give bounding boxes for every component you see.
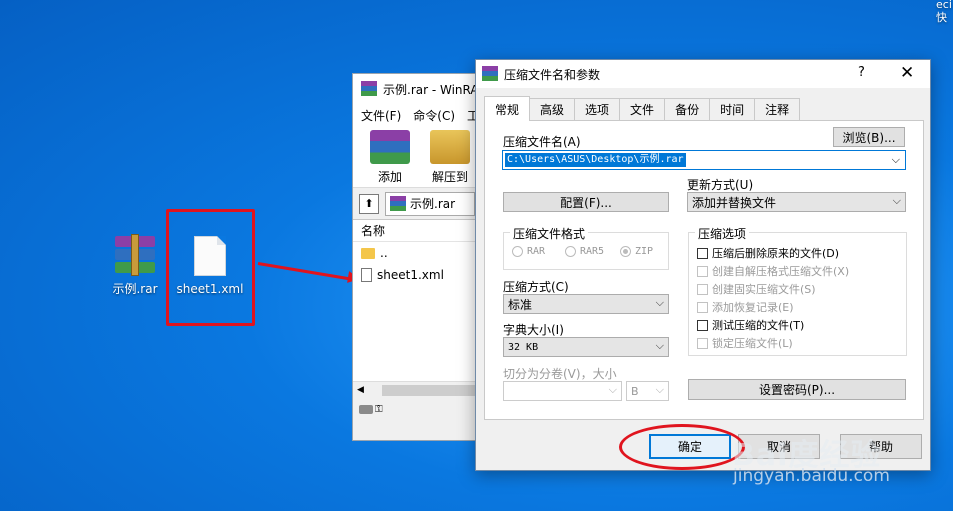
split-unit-select[interactable]: B ⌵: [626, 381, 669, 401]
tab-files[interactable]: 文件: [619, 98, 666, 120]
menu-commands[interactable]: 命令(C): [413, 107, 455, 124]
method-label: 压缩方式(C): [503, 280, 569, 294]
annotation-arrow: [257, 262, 357, 282]
checkbox-sfx[interactable]: 创建自解压格式压缩文件(X): [697, 263, 849, 279]
method-select[interactable]: 标准 ⌵: [503, 294, 669, 314]
dictionary-label: 字典大小(I): [503, 323, 564, 337]
dialog-tabs: 常规 高级 选项 文件 备份 时间 注释: [484, 96, 801, 121]
dialog-title: 压缩文件名和参数: [504, 67, 601, 82]
tab-backup[interactable]: 备份: [664, 98, 711, 120]
key-icon: ⚿: [375, 403, 383, 415]
archive-options-dialog: 压缩文件名和参数 ? ✕ 常规 高级 选项 文件 备份 时间 注释 压缩文件名(…: [475, 59, 931, 471]
split-volumes-label: 切分为分卷(V)，大小: [503, 367, 617, 381]
chevron-down-icon: ⌵: [655, 383, 664, 396]
browse-button[interactable]: 浏览(B)...: [833, 127, 905, 147]
dialog-titlebar: 压缩文件名和参数 ? ✕: [476, 60, 930, 88]
drive-icon: [359, 404, 373, 414]
winrar-menubar: 文件(F) 命令(C) 工: [353, 104, 481, 126]
winrar-titlebar: 示例.rar - WinRA: [353, 74, 481, 104]
archive-name-label: 压缩文件名(A): [503, 135, 581, 149]
extract-folder-icon: [430, 130, 470, 164]
chevron-down-icon: ⌵: [608, 383, 617, 396]
horizontal-scrollbar[interactable]: ◀: [353, 381, 481, 398]
checkbox-solid[interactable]: 创建固实压缩文件(S): [697, 281, 816, 297]
checkbox-test-files[interactable]: 测试压缩的文件(T): [697, 317, 804, 333]
add-archive-icon: [370, 130, 410, 164]
chevron-down-icon: ⌵: [892, 194, 901, 207]
profile-button[interactable]: 配置(F)...: [503, 192, 669, 212]
winrar-address-bar: ⬆ 示例.rar: [353, 188, 481, 220]
archive-format-title: 压缩文件格式: [510, 225, 589, 242]
add-button[interactable]: 添加: [365, 130, 415, 187]
winrar-icon: [361, 81, 377, 97]
update-mode-select[interactable]: 添加并替换文件 ⌵: [687, 192, 906, 212]
radio-rar[interactable]: RAR: [512, 246, 545, 257]
desktop-icon-rar[interactable]: 示例.rar: [100, 234, 170, 297]
annotation-red-box: [166, 209, 255, 326]
chevron-down-icon: ⌵: [655, 296, 664, 309]
annotation-red-ellipse: [619, 424, 745, 470]
archive-name-input[interactable]: C:\Users\ASUS\Desktop\示例.rar ⌵: [502, 150, 906, 170]
list-item[interactable]: ..: [353, 242, 481, 264]
dialog-winrar-icon: [482, 66, 498, 82]
address-field[interactable]: 示例.rar: [385, 191, 475, 216]
file-icon: [361, 268, 372, 282]
winrar-window: 示例.rar - WinRA 文件(F) 命令(C) 工 添加 解压到 ⬆ 示例…: [352, 73, 482, 441]
split-size-input[interactable]: ⌵: [503, 381, 622, 401]
chevron-down-icon: ⌵: [655, 339, 664, 352]
tab-time[interactable]: 时间: [709, 98, 756, 120]
radio-zip[interactable]: ZIP: [620, 246, 653, 257]
menu-file[interactable]: 文件(F): [361, 107, 401, 124]
winrar-toolbar: 添加 解压到: [353, 126, 481, 188]
checkbox-lock-archive[interactable]: 锁定压缩文件(L): [697, 335, 793, 351]
archive-options-title: 压缩选项: [695, 225, 750, 242]
desktop-icon-label: 示例.rar: [112, 282, 158, 296]
set-password-button[interactable]: 设置密码(P)...: [688, 379, 906, 400]
help-icon[interactable]: ?: [858, 65, 865, 80]
checkbox-delete-after[interactable]: 压缩后删除原来的文件(D): [697, 245, 839, 261]
status-bar: ⚿: [353, 398, 481, 420]
scroll-thumb[interactable]: [381, 384, 481, 396]
file-list: 名称 .. sheet1.xml ◀: [353, 220, 481, 398]
extract-to-button[interactable]: 解压到: [425, 130, 475, 187]
list-item[interactable]: sheet1.xml: [353, 264, 481, 286]
radio-rar5[interactable]: RAR5: [565, 246, 604, 257]
tab-advanced[interactable]: 高级: [529, 98, 576, 120]
up-folder-button[interactable]: ⬆: [359, 193, 379, 214]
close-icon[interactable]: ✕: [900, 63, 914, 83]
up-arrow-icon: ⬆: [364, 197, 374, 210]
winrar-title: 示例.rar - WinRA: [383, 82, 479, 97]
baidu-watermark-url: jingyan.baidu.com: [733, 466, 890, 486]
tab-options[interactable]: 选项: [574, 98, 621, 120]
scroll-left-icon[interactable]: ◀: [357, 385, 364, 395]
corner-text: eci 快: [936, 0, 952, 24]
archive-name-value: C:\Users\ASUS\Desktop\示例.rar: [505, 153, 686, 167]
chevron-down-icon[interactable]: ⌵: [892, 153, 900, 167]
column-header-name[interactable]: 名称: [353, 220, 481, 242]
checkbox-recovery-record[interactable]: 添加恢复记录(E): [697, 299, 794, 315]
update-mode-label: 更新方式(U): [687, 178, 754, 192]
archive-small-icon: [390, 195, 406, 212]
winrar-archive-icon: [115, 234, 155, 276]
tab-comment[interactable]: 注释: [754, 98, 801, 120]
dictionary-select[interactable]: 32 KB ⌵: [503, 337, 669, 357]
folder-icon: [361, 247, 375, 259]
tab-general[interactable]: 常规: [484, 96, 531, 121]
